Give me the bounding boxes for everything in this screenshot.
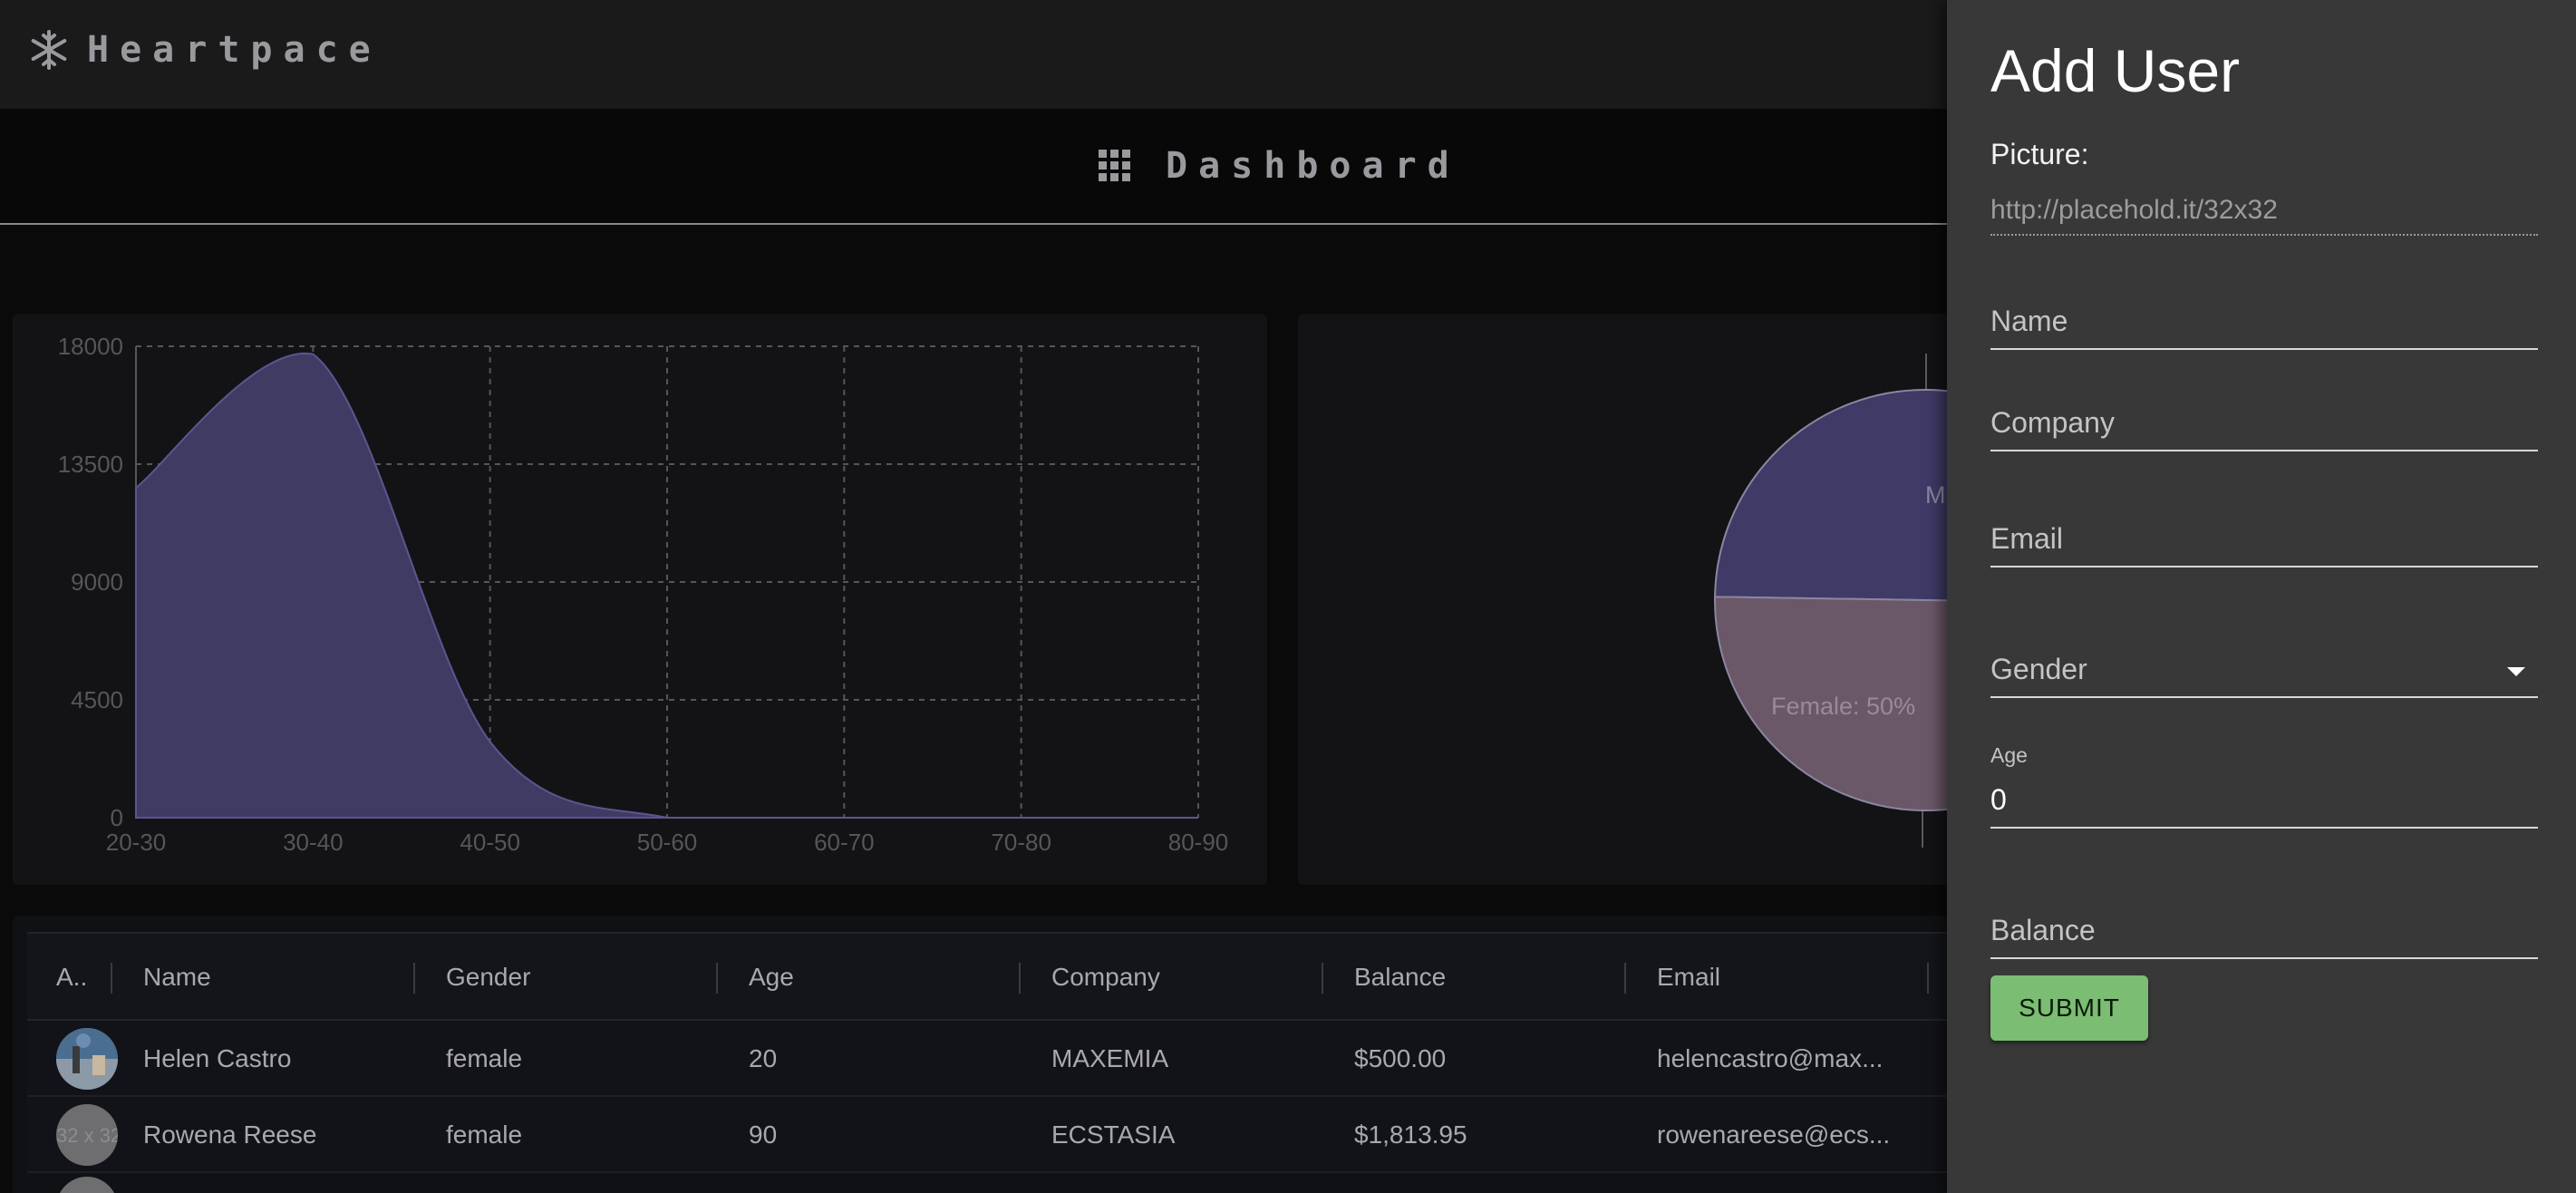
picture-url-input[interactable] bbox=[1990, 187, 2538, 236]
column-resize-handle[interactable] bbox=[111, 963, 112, 994]
column-header-company[interactable]: Company bbox=[1051, 963, 1160, 992]
column-resize-handle[interactable] bbox=[413, 963, 415, 994]
cell-age: 90 bbox=[749, 1120, 778, 1149]
gender-pie-chart: M Female: 50% bbox=[1714, 354, 1994, 848]
table-row[interactable]: 32 x 32 Rowena Reese female 90 ECSTASIA … bbox=[27, 1097, 2021, 1173]
column-header-balance[interactable]: Balance bbox=[1354, 963, 1446, 992]
cell-balance: $1,813.95 bbox=[1354, 1120, 1467, 1149]
table-header: A.. Name Gender Age Company Balance Emai… bbox=[27, 932, 2021, 1021]
drawer-title: Add User bbox=[1990, 37, 2241, 104]
column-header-gender[interactable]: Gender bbox=[446, 963, 530, 992]
table-row[interactable]: Helen Castro female 20 MAXEMIA $500.00 h… bbox=[27, 1021, 2021, 1097]
age-value: 0 bbox=[1990, 783, 2007, 816]
cell-gender: female bbox=[446, 1044, 523, 1072]
pie-label-female: Female: 50% bbox=[1771, 693, 1915, 720]
age-label: Age bbox=[1990, 743, 2028, 767]
add-user-drawer: Add User Picture: Name Company Email Gen… bbox=[1947, 0, 2576, 1193]
name-placeholder: Name bbox=[1990, 305, 2068, 337]
column-resize-handle[interactable] bbox=[1019, 963, 1021, 994]
cell-gender: female bbox=[446, 1120, 523, 1149]
column-header-email[interactable]: Email bbox=[1657, 963, 1720, 992]
pie-label-male: M bbox=[1925, 481, 1946, 509]
cell-age: 20 bbox=[749, 1044, 778, 1072]
avatar-placeholder-text: 32 x 32 bbox=[56, 1124, 118, 1147]
email-placeholder: Email bbox=[1990, 522, 2064, 555]
column-resize-handle[interactable] bbox=[716, 963, 718, 994]
chevron-down-icon[interactable] bbox=[2507, 667, 2525, 676]
cell-company: MAXEMIA bbox=[1051, 1044, 1169, 1072]
company-placeholder: Company bbox=[1990, 406, 2115, 439]
name-field[interactable]: Name bbox=[1990, 292, 2538, 350]
cell-name: Helen Castro bbox=[143, 1044, 292, 1072]
email-field[interactable]: Email bbox=[1990, 509, 2538, 567]
avatar bbox=[56, 1028, 118, 1090]
column-header-name[interactable]: Name bbox=[143, 963, 211, 992]
balance-field[interactable]: Balance bbox=[1990, 901, 2538, 959]
column-header-avatar[interactable]: A.. bbox=[56, 963, 87, 992]
cell-company: ECSTASIA bbox=[1051, 1120, 1176, 1149]
column-resize-handle[interactable] bbox=[1624, 963, 1626, 994]
submit-button[interactable]: SUBMIT bbox=[1990, 975, 2148, 1041]
column-resize-handle[interactable] bbox=[1322, 963, 1323, 994]
company-field[interactable]: Company bbox=[1990, 393, 2538, 451]
cell-email: helencastro@max... bbox=[1657, 1044, 1884, 1072]
age-field[interactable]: Age 0 bbox=[1990, 743, 2538, 829]
cell-email: rowenareese@ecs... bbox=[1657, 1120, 1891, 1149]
avatar: 32 x 32 bbox=[56, 1104, 118, 1166]
balance-placeholder: Balance bbox=[1990, 914, 2096, 946]
column-header-age[interactable]: Age bbox=[749, 963, 794, 992]
gender-select[interactable]: Gender bbox=[1990, 640, 2538, 698]
picture-label: Picture: bbox=[1990, 138, 2089, 170]
cell-balance: $500.00 bbox=[1354, 1044, 1447, 1072]
cell-name: Rowena Reese bbox=[143, 1120, 317, 1149]
gender-placeholder: Gender bbox=[1990, 653, 2087, 685]
column-resize-handle[interactable] bbox=[1927, 963, 1929, 994]
